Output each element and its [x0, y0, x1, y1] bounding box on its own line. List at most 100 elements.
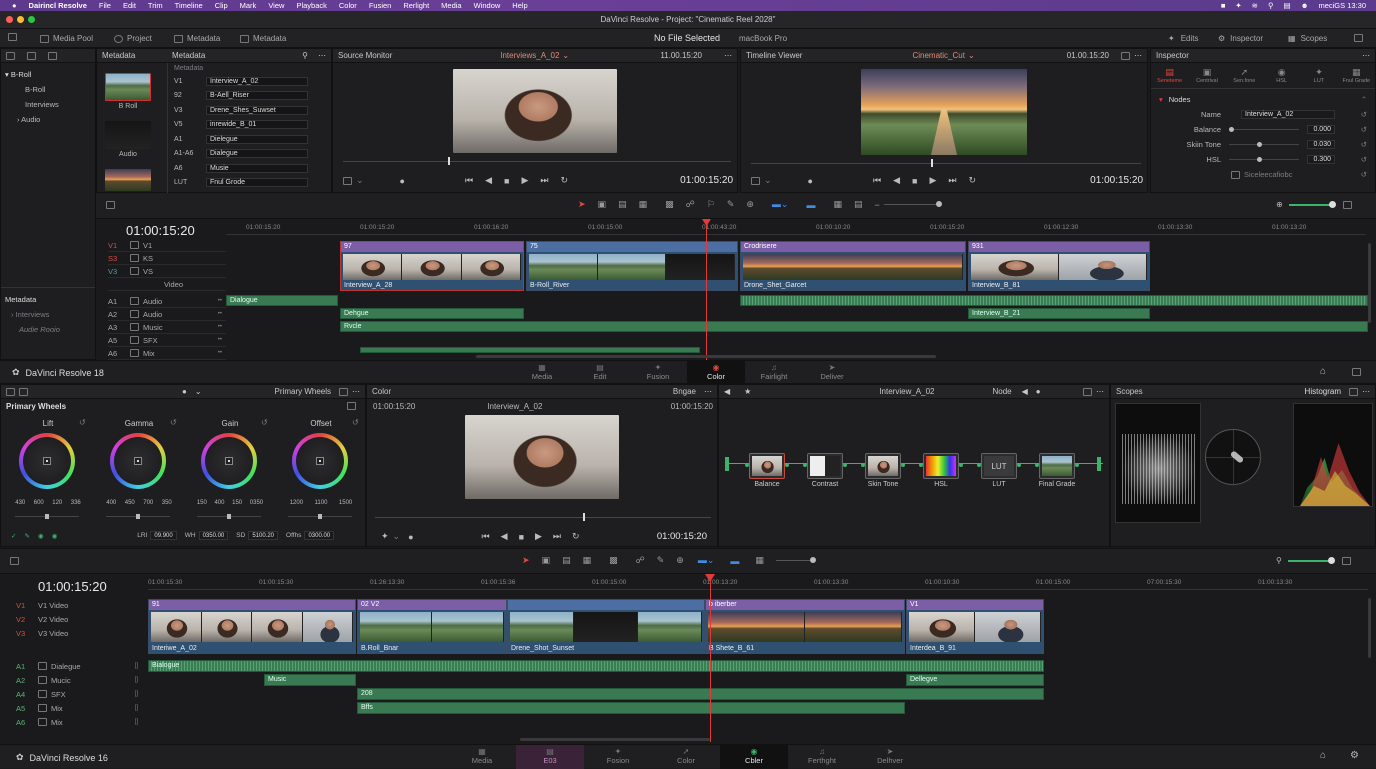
audio-clip[interactable]: Interview_B_21	[968, 308, 1150, 319]
primary-param-value[interactable]: 0300.00	[304, 531, 335, 540]
track-solo-icon[interactable]: ••	[218, 337, 222, 343]
match-icon[interactable]: ◉	[38, 532, 44, 540]
inspector-tab-3[interactable]: ◉ HSL	[1263, 67, 1300, 84]
source-loop-icon[interactable]: ↻	[560, 175, 568, 186]
page-tab-deliver[interactable]: ➤ Deliver	[803, 361, 861, 384]
lower-volume-slider[interactable]	[1287, 556, 1335, 564]
lower-audio-track-header[interactable]: A4 SFX []	[16, 687, 144, 701]
wheel-reset-icon[interactable]: ↺	[261, 418, 268, 427]
volume-slider[interactable]	[1288, 200, 1336, 208]
track-toggle-icon[interactable]	[130, 310, 139, 318]
source-clip-name[interactable]: Interviews_A_02	[500, 51, 559, 60]
upper-playhead[interactable]	[706, 221, 707, 360]
wheel-master-handle[interactable]	[45, 514, 49, 519]
wheel-reset-icon[interactable]: ↺	[79, 418, 86, 427]
color-scrubber[interactable]	[375, 517, 711, 518]
color-loop-icon[interactable]: ↻	[572, 531, 580, 542]
upper-h-scrollbar[interactable]	[476, 355, 936, 358]
primary-dropdown-icon[interactable]: ⌄	[195, 387, 202, 396]
lower-track-solo-icon[interactable]: []	[135, 677, 138, 683]
metadata-row[interactable]: V3 Drene_Shes_Suwset	[168, 103, 327, 118]
node-input-dot[interactable]	[745, 463, 749, 467]
menu-fusion[interactable]: Fusien	[369, 1, 392, 10]
wheel-value[interactable]: 1200	[290, 500, 303, 506]
lower-timeline-clip[interactable]: V1 Interdea_B_91	[906, 599, 1044, 654]
lower-zoom-fit-icon[interactable]: ▦	[755, 555, 764, 566]
track-solo-icon[interactable]: ••	[218, 298, 222, 304]
smart-bin-interviews[interactable]: › Interviews	[5, 307, 91, 322]
source-scrub-handle[interactable]	[448, 157, 450, 165]
wheel-value[interactable]: 0350	[250, 500, 263, 506]
metadata-value[interactable]: Dialegue	[206, 149, 308, 159]
bottom-page-tab[interactable]: ➤ Delhver	[856, 745, 924, 769]
control-center-icon[interactable]: ▤	[1283, 1, 1290, 10]
wifi-icon[interactable]: ≋	[1252, 1, 1258, 10]
timeline-step-back-icon[interactable]: ◀	[893, 175, 900, 186]
node-final-grade[interactable]	[1039, 453, 1075, 479]
lower-timeline-clip[interactable]: Drene_Shot_Sunset	[507, 599, 705, 654]
menu-clip[interactable]: Clip	[215, 1, 228, 10]
audio-clip[interactable]: Dialogue	[226, 295, 338, 306]
primary-param-value[interactable]: 0350.00	[198, 531, 229, 540]
name-field[interactable]: Interview_A_02	[1241, 110, 1335, 119]
color-stop-icon[interactable]: ■	[519, 532, 524, 542]
node-hsl[interactable]	[923, 453, 959, 479]
media-pool-button[interactable]: Media Pool	[40, 34, 93, 43]
hsl-icon[interactable]: ◉	[52, 532, 58, 540]
video-track-header[interactable]: S3 KS	[108, 252, 226, 265]
lower-audio-track-header[interactable]: A5 Mix []	[16, 701, 144, 715]
node-input-dot[interactable]	[1035, 463, 1039, 467]
lower-timeline-clip[interactable]: b iberber B Shete_B_61	[705, 599, 905, 654]
lower-volume-icon[interactable]: ⚲	[1276, 556, 1282, 565]
param-slider[interactable]	[1229, 127, 1299, 132]
metadata-value[interactable]: B-Aell_Riser	[206, 91, 308, 101]
lower-video-track-header[interactable]: V3 V3 Video	[16, 626, 144, 640]
track-solo-icon[interactable]: ••	[218, 324, 222, 330]
menu-playback[interactable]: Playback	[296, 1, 326, 10]
metadata-button[interactable]: Metadata	[174, 34, 220, 43]
marker-color-icon[interactable]: ▬⌄	[772, 199, 789, 210]
page-tab-media[interactable]: ▦ Media	[513, 361, 571, 384]
param-slider[interactable]	[1229, 142, 1299, 147]
audio-track-header[interactable]: A2 Audio ••	[108, 308, 226, 321]
lower-marker-color-icon[interactable]: ▬⌄	[698, 555, 715, 566]
track-toggle-icon[interactable]	[130, 323, 139, 331]
node-output-dot[interactable]	[785, 463, 789, 467]
timeline-video-frame[interactable]	[861, 69, 1027, 155]
menu-window[interactable]: Window	[474, 1, 501, 10]
metadata-value[interactable]: inrewide_B_01	[206, 120, 308, 130]
name-reset-icon[interactable]: ↺	[1361, 107, 1367, 122]
primary-mode-icon[interactable]	[6, 387, 15, 396]
track-toggle-icon[interactable]	[130, 297, 139, 305]
wheel-value[interactable]: 150	[197, 500, 207, 506]
primary-mode-icon-2[interactable]	[19, 387, 28, 396]
bottom-page-tab[interactable]: ➚ Color	[652, 745, 720, 769]
page-tab-fairlight[interactable]: ♫ Fairlight	[745, 361, 803, 384]
source-play-icon[interactable]: ▶	[521, 175, 528, 186]
inspector-button[interactable]: ⚙ Inspector	[1218, 34, 1263, 43]
lower-track-solo-icon[interactable]: []	[135, 705, 138, 711]
metadata-row[interactable]: 92 B-Aell_Riser	[168, 89, 327, 104]
lower-audio-clip[interactable]: Bialogue	[148, 660, 1044, 672]
wheel-value[interactable]: 1500	[339, 500, 352, 506]
lower-list-icon[interactable]	[10, 557, 19, 565]
lower-video-track-header[interactable]: V2 V2 Video	[16, 612, 144, 626]
audio-track-header[interactable]: A5 SFX ••	[108, 334, 226, 347]
node-tree-output[interactable]	[1097, 457, 1101, 471]
bottom-home-icon[interactable]: ⌂	[1320, 750, 1326, 761]
flag-icon[interactable]: ⚐	[707, 199, 715, 210]
trim-tool-icon[interactable]: ▣	[598, 199, 607, 210]
metadata-row[interactable]: V1 Interview_A_02	[168, 74, 327, 89]
color-wheel-gain[interactable]	[201, 433, 257, 489]
audio-clip[interactable]	[740, 295, 1368, 306]
timeline-aspect-dropdown-icon[interactable]: ⌄	[764, 175, 772, 186]
audio-clip[interactable]: Dehgue	[340, 308, 524, 319]
menu-media[interactable]: Media	[441, 1, 461, 10]
color-wheel-gamma[interactable]	[110, 433, 166, 489]
primary-more-icon[interactable]: ⋯	[352, 387, 360, 396]
source-skip-back-icon[interactable]: ⏮	[465, 175, 473, 186]
lower-track-toggle-icon[interactable]	[38, 690, 47, 698]
sort-icon[interactable]	[48, 51, 57, 60]
wheel-center-handle[interactable]	[319, 460, 321, 462]
wheel-value[interactable]: 400	[214, 500, 224, 506]
